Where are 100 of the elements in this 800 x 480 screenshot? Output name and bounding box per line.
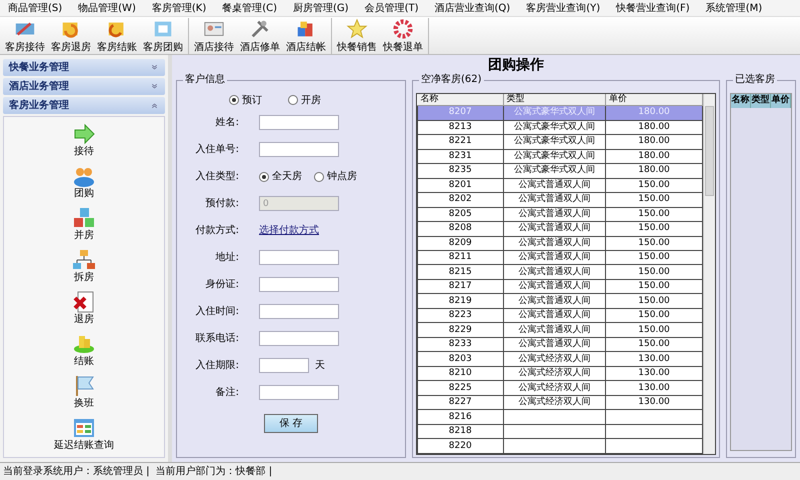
radio-button[interactable]: 钟点房	[314, 169, 357, 184]
sidebar-item[interactable]: 接待	[72, 122, 96, 158]
toolbar-button[interactable]: 客房退房	[48, 18, 94, 54]
menu-item[interactable]: 厨房管理(G)	[285, 0, 357, 16]
sidebar-item[interactable]: 结账	[72, 332, 96, 368]
table-cell: 公寓式豪华式双人间	[503, 134, 606, 150]
input-field[interactable]	[259, 331, 339, 346]
tools-icon	[249, 18, 271, 40]
sidebar-item[interactable]: 团购	[72, 164, 96, 200]
field-label: 入住类型:	[194, 170, 240, 184]
menu-item[interactable]: 系统管理(M)	[698, 0, 770, 16]
table-cell: 公寓式经济双人间	[503, 366, 606, 381]
table-cell: 150.00	[606, 322, 702, 338]
input-field[interactable]	[259, 250, 339, 265]
unit-label: 天	[315, 359, 325, 373]
table-cell: 8211	[418, 250, 503, 265]
table-cell: 180.00	[606, 164, 702, 178]
sidebar-header[interactable]: 酒店业务管理	[3, 78, 165, 95]
table-cell: 公寓式普通双人间	[503, 337, 606, 352]
menu-item[interactable]: 餐桌管理(C)	[214, 0, 286, 16]
menu-item[interactable]: 酒店营业查询(Q)	[426, 0, 518, 16]
menu-item[interactable]: 快餐营业查询(F)	[608, 0, 698, 16]
table-cell: 180.00	[606, 134, 702, 150]
column-header[interactable]: 类型	[503, 94, 606, 106]
table-cell: 8217	[418, 279, 503, 294]
radio-button[interactable]: 预订	[229, 92, 262, 108]
input-field[interactable]	[259, 304, 339, 319]
toolbar-button[interactable]: 酒店结帐	[283, 18, 329, 54]
scrollbar[interactable]	[703, 94, 715, 454]
table-cell: 8235	[418, 164, 503, 178]
sidebar-header[interactable]: 快餐业务管理	[3, 59, 165, 76]
input-field[interactable]	[259, 277, 339, 292]
column-header[interactable]: 名称	[418, 94, 503, 106]
sidebar-item[interactable]: 并房	[72, 206, 96, 242]
sidebar-item[interactable]: 拆房	[72, 248, 96, 284]
document-icon	[72, 290, 96, 314]
input-field[interactable]	[259, 115, 339, 130]
table-cell: 150.00	[606, 337, 702, 352]
menu-item[interactable]: 商品管理(S)	[0, 0, 70, 16]
column-header[interactable]: 名称	[731, 94, 751, 108]
column-header[interactable]: 单价	[606, 94, 702, 106]
table-cell: 8203	[418, 352, 503, 366]
table-cell: 公寓式普通双人间	[503, 192, 606, 208]
table-cell: 8215	[418, 264, 503, 280]
toolbar-button[interactable]: 客房接待	[2, 18, 48, 54]
table-cell: 8219	[418, 294, 503, 308]
menu-item[interactable]: 会员管理(T)	[356, 0, 427, 16]
toolbar-button[interactable]: 酒店修单	[237, 18, 283, 54]
menu-item[interactable]: 物品管理(W)	[70, 0, 144, 16]
status-text: 当前登录系统用户：系统管理员 |	[3, 464, 150, 479]
input-field[interactable]	[259, 385, 339, 400]
sidebar-header[interactable]: 客房业务管理	[3, 97, 165, 114]
menu-item[interactable]: 客房营业查询(Y)	[518, 0, 608, 16]
menu-item[interactable]: 客房管理(K)	[144, 0, 214, 16]
column-header[interactable]: 单价	[771, 94, 791, 108]
toolbar-button[interactable]: 快餐退单	[380, 18, 426, 54]
table-cell: 8210	[418, 366, 503, 381]
toolbar-button[interactable]: 客房结账	[94, 18, 140, 54]
payment-link[interactable]: 选择付款方式	[259, 223, 319, 238]
toolbar-button[interactable]: 酒店接待	[191, 18, 237, 54]
star-icon	[346, 18, 368, 40]
toolbar-button[interactable]: 快餐销售	[334, 18, 380, 54]
table-cell: 公寓式经济双人间	[503, 395, 606, 410]
group-title: 客户信息	[183, 74, 227, 86]
table-cell: 150.00	[606, 279, 702, 294]
table-cell: 公寓式经济双人间	[503, 352, 606, 366]
table-cell: 公寓式豪华式双人间	[503, 106, 606, 120]
table-cell: 150.00	[606, 294, 702, 308]
status-text: 当前用户部门为：快餐部 |	[156, 464, 272, 479]
table-cell: 150.00	[606, 222, 702, 236]
save-button[interactable]: 保 存	[264, 414, 318, 433]
table-cell: 公寓式豪华式双人间	[503, 164, 606, 178]
calendar-icon	[72, 416, 96, 440]
table-cell: 公寓式豪华式双人间	[503, 149, 606, 164]
hierarchy-icon	[72, 248, 96, 272]
input-field[interactable]	[259, 142, 339, 157]
column-header[interactable]: 类型	[751, 94, 771, 108]
table-cell: 180.00	[606, 120, 702, 135]
field-label: 地址:	[214, 250, 240, 265]
sidebar-item[interactable]: 换班	[72, 374, 96, 410]
table-cell: 公寓式普通双人间	[503, 207, 606, 222]
radio-button[interactable]: 全天房	[259, 169, 302, 184]
table-cell: 公寓式普通双人间	[503, 308, 606, 323]
sidebar-item[interactable]: 延迟结账查询	[54, 416, 114, 452]
table-cell: 公寓式普通双人间	[503, 279, 606, 294]
toolbar-button[interactable]: 客房团购	[140, 18, 186, 54]
table-cell: 8218	[418, 424, 503, 439]
sidebar-item[interactable]: 退房	[72, 290, 96, 326]
table-cell: 8205	[418, 207, 503, 222]
radio-button[interactable]: 开房	[288, 92, 321, 108]
table-cell: 150.00	[606, 192, 702, 208]
table-cell: 150.00	[606, 264, 702, 280]
table-cell: 130.00	[606, 395, 702, 410]
table-cell: 公寓式普通双人间	[503, 264, 606, 280]
input-field[interactable]	[259, 358, 309, 373]
table-cell: 130.00	[606, 352, 702, 366]
field-label: 付款方式:	[194, 224, 240, 238]
table-cell: 150.00	[606, 236, 702, 250]
field-label: 预付款:	[204, 197, 240, 211]
table-cell: 130.00	[606, 366, 702, 381]
